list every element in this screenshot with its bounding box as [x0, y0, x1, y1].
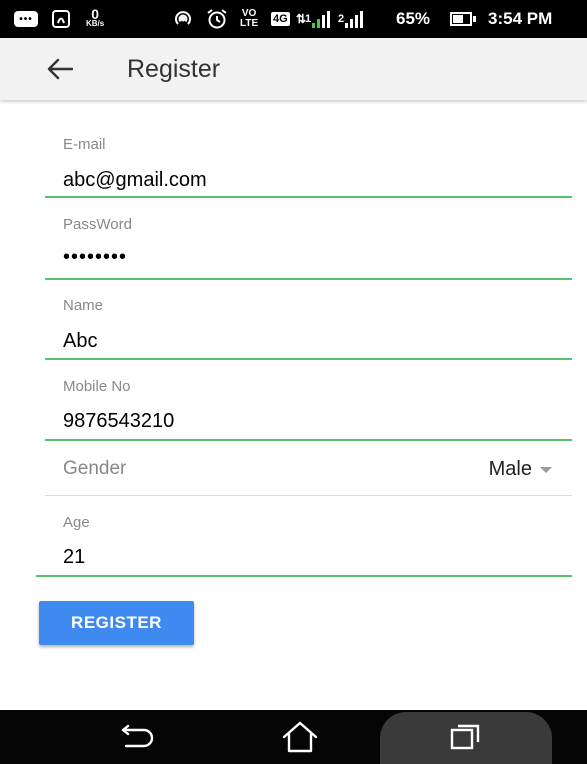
back-button[interactable] — [38, 48, 82, 90]
mobile-underline — [45, 439, 572, 441]
battery-fill — [453, 15, 464, 23]
password-field[interactable]: PassWord •••••••• — [45, 211, 572, 283]
gender-label: Gender — [63, 458, 127, 479]
age-label: Age — [63, 514, 90, 531]
age-input[interactable]: 21 — [63, 546, 85, 569]
dropdown-arrow-icon — [540, 467, 552, 473]
gender-divider — [45, 495, 572, 496]
mobile-label: Mobile No — [63, 378, 131, 395]
age-underline — [36, 575, 572, 577]
nav-back-button[interactable] — [100, 710, 180, 764]
nav-back-icon — [121, 724, 154, 748]
arrow-left-icon — [47, 58, 73, 80]
network-type: 4G — [271, 0, 290, 38]
speed-unit: KB/s — [86, 19, 105, 28]
name-input[interactable]: Abc — [63, 330, 97, 353]
name-underline — [45, 358, 572, 360]
age-field[interactable]: Age 21 — [36, 509, 572, 581]
email-input[interactable]: abc@gmail.com — [63, 169, 207, 192]
speed-value: 0 — [91, 6, 100, 22]
mobile-field[interactable]: Mobile No 9876543210 — [45, 373, 572, 445]
gender-row: Gender Male — [45, 444, 572, 496]
page-title: Register — [127, 55, 221, 83]
nav-recent-button[interactable] — [380, 710, 552, 764]
sim2-label: 2 — [338, 13, 345, 25]
battery-percent: 65% — [396, 9, 431, 28]
mobile-input[interactable]: 9876543210 — [63, 410, 174, 433]
message-icon: ••• — [14, 0, 38, 38]
app-bar: Register — [0, 38, 587, 100]
recent-apps-icon — [450, 724, 480, 750]
password-input[interactable]: •••••••• — [63, 246, 127, 269]
clock: 3:54 PM — [488, 9, 553, 28]
signal-bars-icon — [345, 10, 364, 28]
email-field[interactable]: E-mail abc@gmail.com — [45, 130, 572, 202]
gender-dropdown[interactable]: Male — [489, 454, 552, 484]
sim2-signal: 2 — [338, 0, 364, 38]
status-bar: ••• 0 KB/s VO LTE 4G ⇅ 1 2 65% 3:54 PM — [0, 0, 587, 38]
gender-value: Male — [488, 457, 532, 480]
email-label: E-mail — [63, 136, 106, 153]
name-field[interactable]: Name Abc — [45, 292, 572, 364]
password-label: PassWord — [63, 216, 132, 233]
signal-bars-icon — [312, 10, 331, 28]
network-speed: 0 KB/s — [86, 0, 104, 38]
nfc-icon — [50, 0, 72, 38]
nav-home-button[interactable] — [260, 710, 340, 764]
name-label: Name — [63, 297, 104, 314]
network-type-label: 4G — [271, 12, 290, 26]
sim1-signal: 1 — [305, 0, 331, 38]
volte-indicator: VO LTE — [240, 0, 258, 38]
alarm-icon — [205, 0, 229, 38]
password-underline — [45, 278, 572, 280]
volte-bottom: LTE — [240, 18, 259, 29]
sim1-label: 1 — [305, 13, 312, 25]
hotspot-icon — [172, 0, 194, 38]
register-button[interactable]: REGISTER — [39, 601, 194, 645]
navigation-bar — [0, 710, 587, 764]
email-underline — [45, 196, 572, 198]
home-icon — [282, 721, 318, 753]
battery-icon — [450, 0, 476, 38]
